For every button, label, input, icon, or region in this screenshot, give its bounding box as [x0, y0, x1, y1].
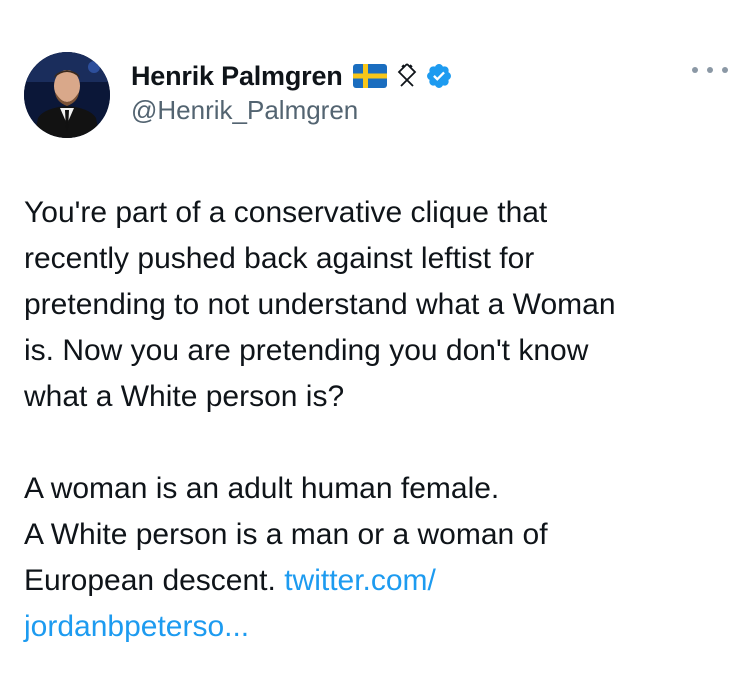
dot-icon [692, 67, 698, 73]
avatar-image [24, 52, 110, 138]
othala-rune-icon [395, 62, 419, 90]
tweet-line: is. Now you are pretending you don't kno… [24, 334, 589, 367]
tweet-line: You're part of a conservative clique tha… [24, 196, 548, 229]
paragraph-break [24, 420, 724, 466]
tweet-line: A woman is an adult human female. [24, 472, 500, 505]
tweet-line: recently pushed back against leftist for [24, 242, 535, 275]
avatar[interactable] [24, 52, 110, 138]
tweet-line: pretending to not understand what a Woma… [24, 288, 616, 321]
author-name-row[interactable]: Henrik Palmgren [131, 58, 453, 94]
more-options-button[interactable] [692, 62, 728, 78]
tweet-line-text: European descent. [24, 564, 285, 597]
tweet-link-continued[interactable]: jordanbpeterso... [24, 610, 249, 643]
tweet-text: You're part of a conservative clique tha… [24, 190, 724, 650]
display-name[interactable]: Henrik Palmgren [131, 61, 343, 92]
author-handle[interactable]: @Henrik_Palmgren [131, 95, 358, 126]
verified-icon [425, 62, 453, 90]
sweden-flag-icon [352, 64, 387, 88]
tweet-line-with-link: European descent. twitter.com/ [24, 558, 724, 604]
tweet-line: jordanbpeterso... [24, 604, 724, 650]
tweet-link[interactable]: twitter.com/ [284, 564, 436, 597]
dot-icon [707, 67, 713, 73]
tweet-line: A White person is a man or a woman of [24, 518, 548, 551]
tweet-card: Henrik Palmgren @Henrik_Palmgren You're … [0, 0, 750, 682]
dot-icon [722, 67, 728, 73]
tweet-line: what a White person is? [24, 380, 345, 413]
